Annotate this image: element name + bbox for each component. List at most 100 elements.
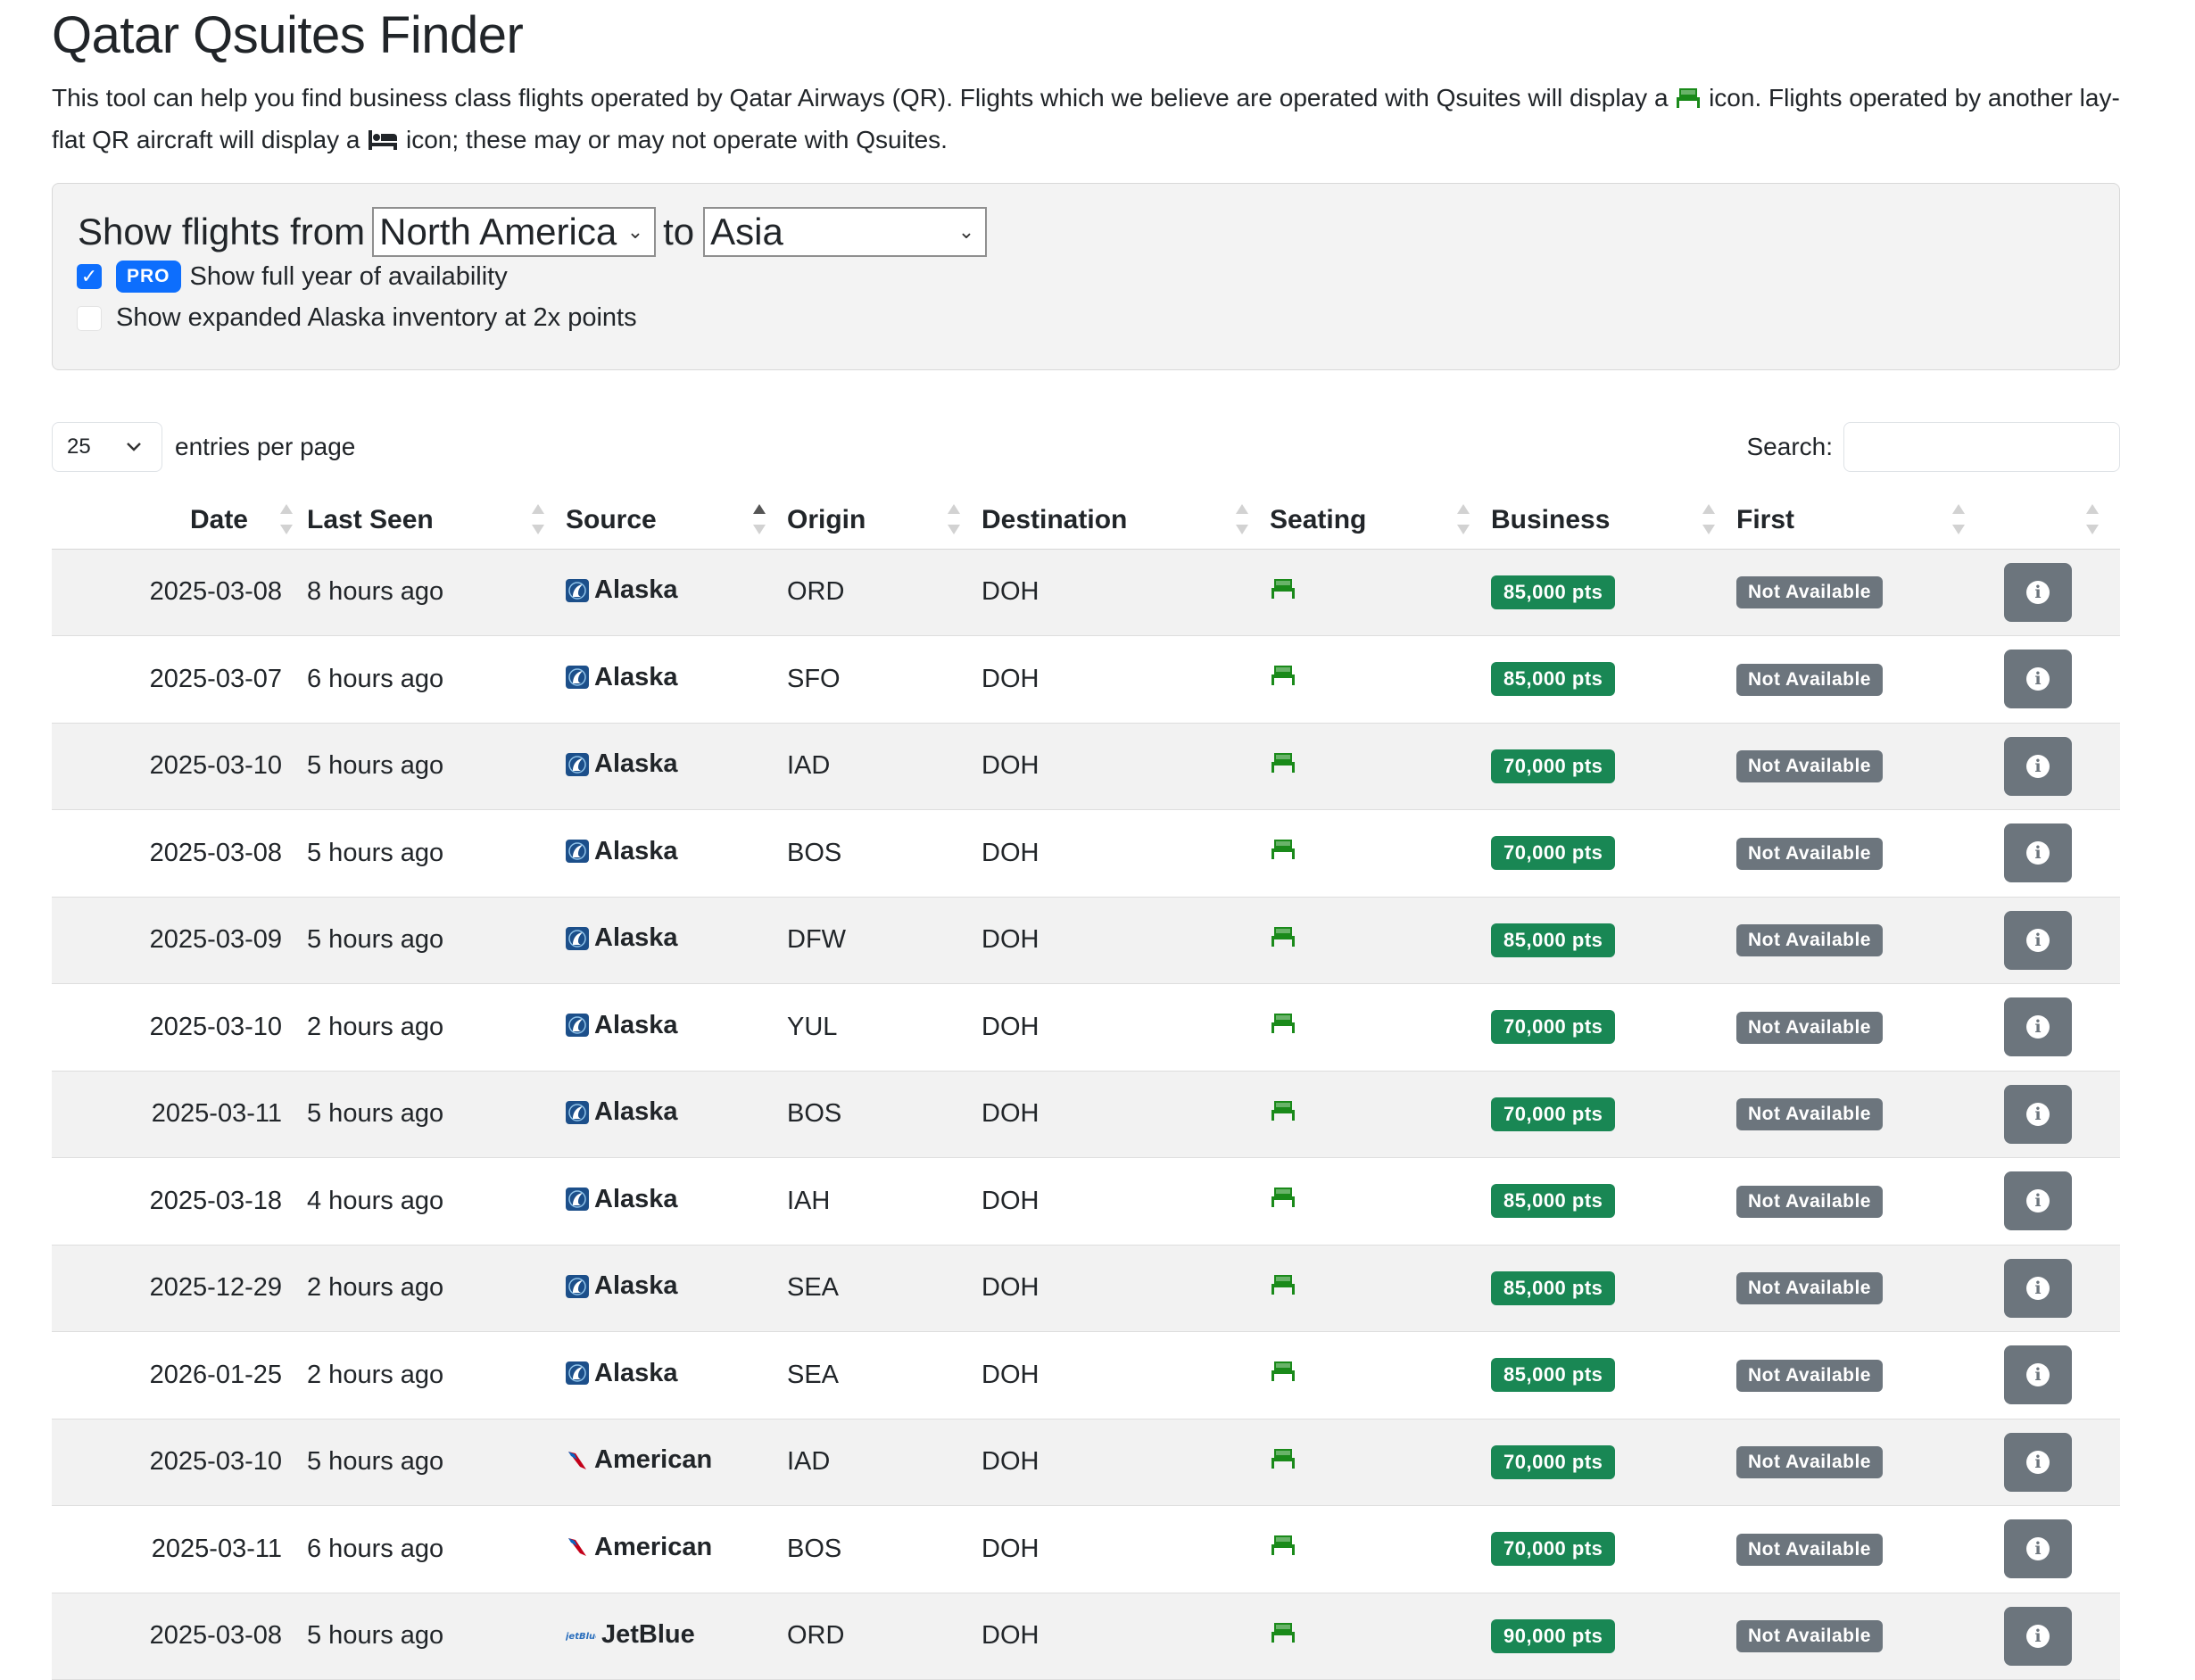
actions-cell: i (1986, 897, 2120, 984)
last-seen-text: 5 hours ago (307, 1447, 444, 1477)
search-input[interactable] (1843, 422, 2120, 472)
destination-cell: DOH (982, 1505, 1270, 1593)
actions-cell: i (1986, 723, 2120, 810)
origin-text: BOS (787, 1099, 842, 1129)
column-header-date[interactable]: Date (52, 486, 307, 550)
table-row: 2025-03-10 5 hours ago Alaska IAD DOH 70,000 … (52, 723, 2120, 810)
destination-cell: DOH (982, 635, 1270, 724)
column-header-business[interactable]: Business (1491, 486, 1736, 550)
info-button[interactable]: i (2004, 1171, 2072, 1231)
column-header-first[interactable]: First (1736, 486, 1986, 550)
table-row: 2025-03-08 5 hours ago jetBlue JetBlue ORD DO… (52, 1593, 2120, 1680)
chevron-down-icon: ⌄ (626, 220, 644, 243)
first-cell: Not Available (1736, 549, 1986, 636)
date-text: 2025-03-10 (149, 751, 282, 781)
info-button[interactable]: i (2004, 562, 2072, 622)
qsuite-seat-icon (1270, 1187, 1296, 1215)
last-seen-text: 6 hours ago (307, 1534, 444, 1563)
column-header-origin[interactable]: Origin (787, 486, 982, 550)
info-button[interactable]: i (2004, 1519, 2072, 1579)
destination-cell: DOH (982, 1419, 1270, 1506)
business-cell: 85,000 pts (1491, 1245, 1736, 1332)
first-cell: Not Available (1736, 1245, 1986, 1332)
column-label: Business (1491, 504, 1611, 534)
destination-text: DOH (982, 1534, 1040, 1563)
table-row: 2025-03-08 5 hours ago Alaska BOS DOH 70,000 … (52, 809, 2120, 898)
alaska-logo-icon (566, 1361, 589, 1385)
seating-cell (1270, 1331, 1491, 1419)
first-cell: Not Available (1736, 983, 1986, 1072)
source-cell: Alaska (566, 635, 787, 724)
actions-cell: i (1986, 1505, 2120, 1593)
info-button[interactable]: i (2004, 1084, 2072, 1144)
destination-text: DOH (982, 1099, 1040, 1129)
origin-cell: ORD (787, 1593, 982, 1680)
intro-part-3: icon; these may or may not operate with … (406, 126, 948, 153)
alaska-checkbox[interactable] (77, 305, 102, 331)
column-header-source[interactable]: Source (566, 486, 787, 550)
bed-icon (367, 124, 399, 162)
page-length-select[interactable]: 25 (52, 422, 162, 472)
last-seen-cell: 6 hours ago (307, 635, 566, 724)
from-region-select[interactable]: North America ⌄ (372, 207, 657, 257)
info-icon: i (2026, 1450, 2050, 1474)
origin-cell: ORD (787, 549, 982, 636)
origin-cell: BOS (787, 1505, 982, 1593)
column-header-seating[interactable]: Seating (1270, 486, 1491, 550)
full-year-checkbox[interactable]: ✓ (77, 264, 102, 289)
seating-cell (1270, 809, 1491, 898)
info-button[interactable]: i (2004, 997, 2072, 1057)
destination-text: DOH (982, 751, 1040, 781)
alaska-logo-icon (566, 1100, 589, 1124)
origin-cell: SFO (787, 635, 982, 724)
info-button[interactable]: i (2004, 1432, 2072, 1492)
date-text: 2025-03-08 (149, 1621, 282, 1651)
last-seen-cell: 6 hours ago (307, 1505, 566, 1593)
column-header-last-seen[interactable]: Last Seen (307, 486, 566, 550)
seating-cell (1270, 723, 1491, 810)
seating-cell (1270, 983, 1491, 1072)
route-filter: Show flights from North America ⌄ to Asi… (78, 207, 994, 257)
first-availability-badge: Not Available (1736, 1620, 1883, 1653)
destination-text: DOH (982, 1360, 1040, 1389)
date-text: 2025-03-08 (149, 577, 282, 607)
last-seen-text: 5 hours ago (307, 1621, 444, 1651)
destination-cell: DOH (982, 897, 1270, 984)
first-availability-badge: Not Available (1736, 1446, 1883, 1479)
qsuite-seat-icon (1270, 1100, 1296, 1129)
first-cell: Not Available (1736, 723, 1986, 810)
info-icon: i (2026, 928, 2050, 952)
column-header-actions[interactable] (1986, 486, 2120, 550)
info-button[interactable]: i (2004, 1258, 2072, 1318)
jetblue-logo-icon: jetBlue (566, 1626, 596, 1645)
info-icon: i (2026, 841, 2050, 865)
info-button[interactable]: i (2004, 650, 2072, 709)
qsuite-seat-icon (1270, 1622, 1296, 1651)
origin-cell: BOS (787, 1071, 982, 1158)
source-text: Alaska (594, 1184, 678, 1213)
info-button[interactable]: i (2004, 1345, 2072, 1405)
column-label: Date (189, 504, 248, 534)
qsuite-seat-icon (1270, 752, 1296, 781)
date-text: 2025-03-09 (149, 925, 282, 955)
last-seen-text: 8 hours ago (307, 577, 444, 607)
info-button[interactable]: i (2004, 823, 2072, 883)
first-availability-badge: Not Available (1736, 750, 1883, 783)
first-cell: Not Available (1736, 1071, 1986, 1158)
info-button[interactable]: i (2004, 1606, 2072, 1666)
seating-cell (1270, 1071, 1491, 1158)
destination-cell: DOH (982, 1245, 1270, 1332)
sort-icon (280, 503, 293, 534)
info-button[interactable]: i (2004, 736, 2072, 796)
last-seen-text: 2 hours ago (307, 1012, 444, 1041)
source-text: JetBlue (601, 1620, 695, 1649)
to-region-select[interactable]: Asia ⌄ (703, 207, 988, 257)
date-text: 2025-12-29 (149, 1273, 282, 1303)
info-button[interactable]: i (2004, 910, 2072, 970)
date-cell: 2025-03-11 (52, 1071, 307, 1158)
date-cell: 2025-03-08 (52, 1593, 307, 1680)
origin-cell: IAH (787, 1157, 982, 1246)
destination-text: DOH (982, 838, 1040, 867)
column-header-destination[interactable]: Destination (982, 486, 1270, 550)
date-text: 2025-03-11 (151, 1534, 282, 1563)
